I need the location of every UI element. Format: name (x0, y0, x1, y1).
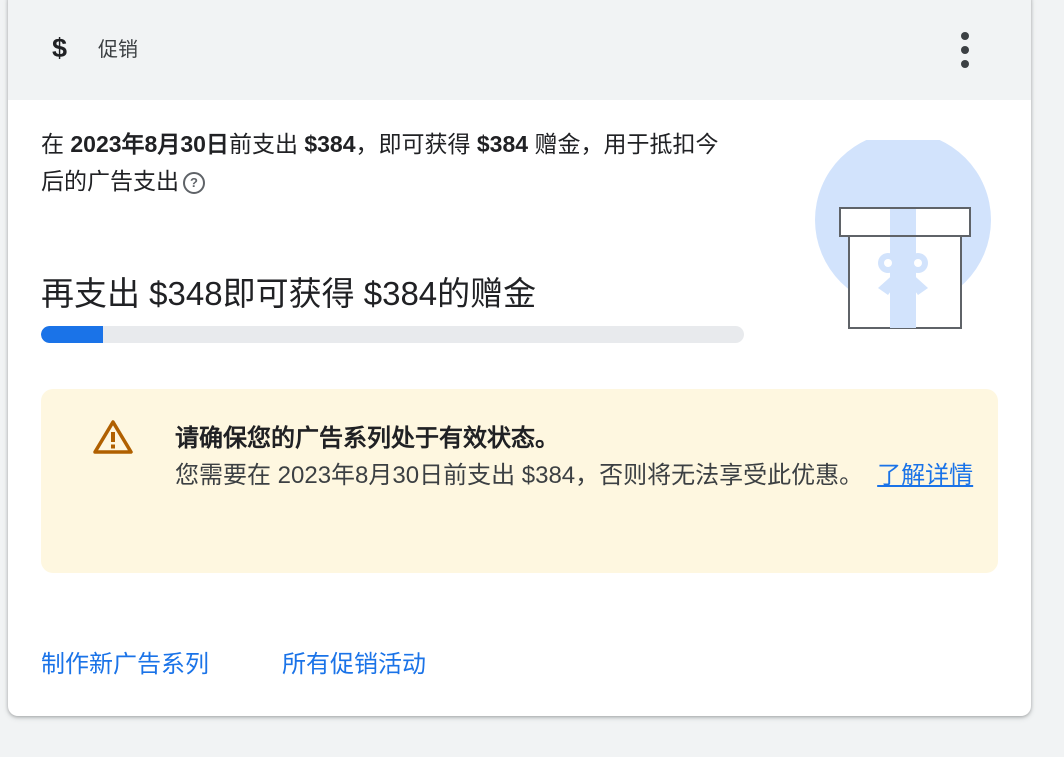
help-icon[interactable]: ? (183, 172, 205, 194)
progress-bar (41, 326, 744, 343)
warning-banner: 请确保您的广告系列处于有效状态。 您需要在 2023年8月30日前支出 $384… (41, 389, 998, 573)
gift-bow-left-hole (884, 259, 892, 267)
offer-middle2: ，即可获得 (355, 131, 477, 157)
dollar-icon: $ (52, 33, 68, 63)
gift-bow-right-hole (914, 259, 922, 267)
offer-credit-amount: $384 (476, 131, 529, 157)
all-promotions-link[interactable]: 所有促销活动 (282, 650, 426, 680)
progress-heading: 再支出 $348即可获得 $384的赠金 (41, 275, 537, 312)
more-vert-icon[interactable] (948, 28, 984, 72)
card-header: $ 促销 (8, 0, 1031, 100)
warning-body-text: 您需要在 2023年8月30日前支出 $384，否则将无法享受此优惠。 (175, 462, 864, 489)
card-title: 促销 (98, 39, 138, 61)
warning-icon (93, 420, 133, 454)
promotion-card: $ 促销 在 2023年8月30日前支出 $384，即可获得 $384 赠金，用… (8, 0, 1031, 716)
more-dot (961, 46, 969, 54)
learn-more-link[interactable]: 了解详情 (877, 462, 973, 489)
offer-description: 在 2023年8月30日前支出 $384，即可获得 $384 赠金，用于抵扣今后… (41, 126, 741, 200)
gift-lid-ribbon (890, 209, 916, 235)
warning-body: 您需要在 2023年8月30日前支出 $384，否则将无法享受此优惠。 了解详情 (175, 457, 975, 495)
offer-spend-amount: $384 (304, 131, 356, 157)
offer-deadline: 2023年8月30日 (70, 131, 229, 157)
more-dot (961, 32, 969, 40)
warning-title: 请确保您的广告系列处于有效状态。 (175, 425, 559, 452)
create-campaign-link[interactable]: 制作新广告系列 (41, 650, 209, 680)
offer-prefix: 在 (41, 131, 71, 157)
progress-bar-fill (41, 326, 104, 343)
offer-middle: 前支出 (228, 131, 305, 157)
more-dot (961, 60, 969, 68)
gift-icon (815, 140, 991, 329)
